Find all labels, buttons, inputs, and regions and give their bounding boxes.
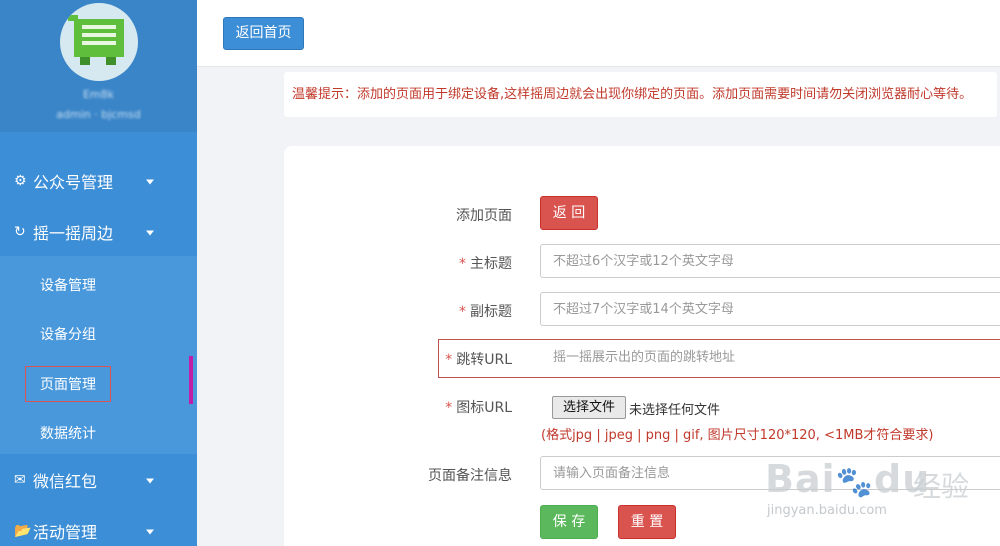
shop-logo bbox=[60, 3, 138, 81]
required-mark: * bbox=[459, 256, 466, 272]
caret-down-icon bbox=[146, 179, 154, 185]
icon-url-label-text: 图标URL bbox=[456, 400, 512, 416]
add-page-label: 添加页面 bbox=[456, 208, 512, 224]
menu-item-account[interactable]: ⚙ 公众号管理 bbox=[0, 157, 197, 205]
caret-down-icon bbox=[146, 478, 154, 484]
user-name: Em8k bbox=[82, 88, 115, 101]
back-button[interactable]: 返 回 bbox=[540, 196, 598, 230]
file-status: 未选择任何文件 bbox=[629, 403, 721, 418]
sidebar-header: Em8k admin · bjcmsd bbox=[0, 0, 197, 132]
tip-banner: 温馨提示：添加的页面用于绑定设备,这样摇周边就会出现你绑定的页面。添加页面需要时… bbox=[284, 72, 997, 117]
submenu-item-devices[interactable]: 设备管理 bbox=[40, 275, 96, 295]
menu-label: 活动管理 bbox=[33, 523, 98, 542]
submenu-item-stats[interactable]: 数据统计 bbox=[40, 423, 96, 443]
watermark-url: jingyan.baidu.com bbox=[767, 503, 887, 518]
file-format-hint: (格式jpg | jpeg | png | gif, 图片尺寸120*120, … bbox=[541, 428, 934, 443]
home-button[interactable]: 返回首页 bbox=[223, 17, 304, 50]
required-mark: * bbox=[445, 400, 453, 416]
paw-icon: 🐾 bbox=[835, 465, 874, 500]
url-label-text: 跳转URL bbox=[456, 352, 512, 368]
active-indicator bbox=[189, 356, 193, 404]
menu-label: 微信红包 bbox=[33, 472, 98, 491]
menu-item-shake[interactable]: ↻ 摇一摇周边 bbox=[0, 208, 197, 256]
menu-label: 摇一摇周边 bbox=[33, 224, 114, 243]
watermark-cn: 经验 bbox=[913, 470, 970, 503]
envelope-icon: ✉ bbox=[14, 472, 26, 488]
title-label-text: 主标题 bbox=[470, 256, 512, 272]
caret-down-icon bbox=[146, 529, 154, 535]
user-role: admin · bjcmsd bbox=[56, 108, 141, 121]
baidu-watermark: Bai🐾du 经验 jingyan.baidu.com bbox=[765, 455, 995, 525]
icon-url-label: * 图标URL bbox=[392, 397, 512, 417]
required-mark: * bbox=[445, 352, 453, 368]
menu-item-activities[interactable]: 📂 活动管理 bbox=[0, 507, 197, 546]
url-label: * 跳转URL bbox=[392, 349, 512, 369]
top-bar: 返回首页 bbox=[197, 0, 1000, 67]
submenu-item-device-groups[interactable]: 设备分组 bbox=[40, 324, 96, 344]
subtitle-label-text: 副标题 bbox=[470, 304, 512, 320]
sidebar: Em8k admin · bjcmsd ⚙ 公众号管理 ↻ 摇一摇周边 设备管理… bbox=[0, 0, 197, 546]
reset-button[interactable]: 重 置 bbox=[618, 505, 676, 539]
caret-down-icon bbox=[146, 230, 154, 236]
watermark-brand-part1: Bai bbox=[765, 457, 836, 501]
title-label: * 主标题 bbox=[392, 253, 512, 273]
url-input[interactable] bbox=[540, 340, 1000, 374]
watermark-brand: Bai🐾du bbox=[765, 457, 930, 501]
choose-file-button[interactable]: 选择文件 bbox=[552, 396, 626, 419]
shopping-cart-icon bbox=[68, 15, 124, 65]
save-button[interactable]: 保 存 bbox=[540, 505, 598, 539]
menu-item-red-packet[interactable]: ✉ 微信红包 bbox=[0, 456, 197, 504]
submenu: 设备管理 设备分组 页面管理 数据统计 bbox=[0, 256, 197, 454]
menu-label: 公众号管理 bbox=[33, 173, 114, 192]
remark-label: 页面备注信息 bbox=[428, 468, 512, 484]
required-mark: * bbox=[459, 304, 466, 320]
refresh-icon: ↻ bbox=[14, 224, 26, 240]
title-input[interactable] bbox=[540, 244, 1000, 278]
subtitle-label: * 副标题 bbox=[392, 301, 512, 321]
gear-icon: ⚙ bbox=[14, 173, 27, 189]
folder-open-icon: 📂 bbox=[14, 523, 32, 539]
submenu-item-pages[interactable]: 页面管理 bbox=[25, 366, 111, 402]
subtitle-input[interactable] bbox=[540, 292, 1000, 326]
